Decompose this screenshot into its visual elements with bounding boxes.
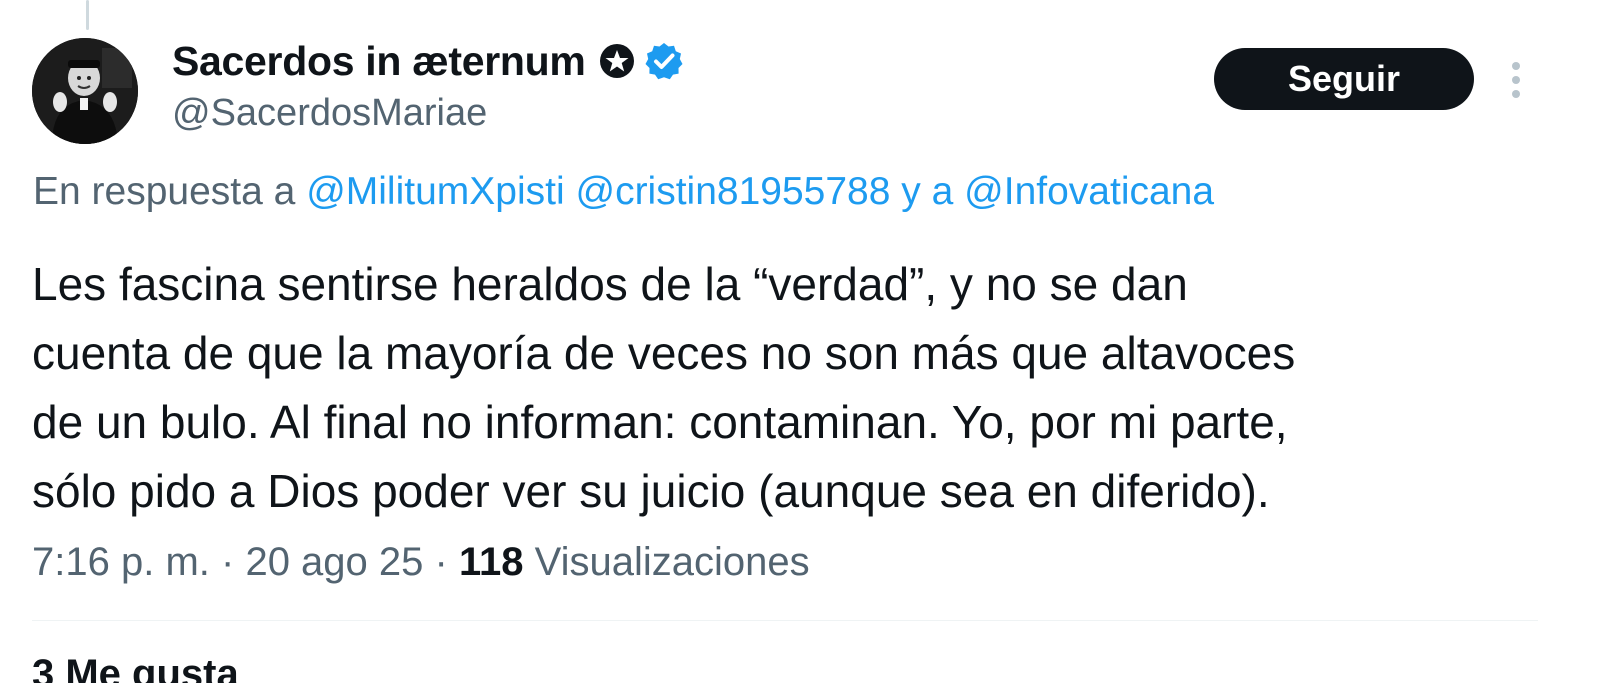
display-name[interactable]: Sacerdos in æternum [172,38,586,85]
tweet-meta: 7:16 p. m. · 20 ago 25 · 118 Visualizaci… [32,540,810,585]
reply-conjunction: y a [901,170,954,213]
mention-link[interactable]: @MilitumXpisti [306,170,564,213]
meta-separator: · [434,540,448,584]
avatar-photo-icon [32,38,138,144]
star-badge-icon [598,42,636,80]
reply-context: En respuesta a @MilitumXpisti @cristin81… [33,170,1214,214]
tweet-time[interactable]: 7:16 p. m. [32,540,210,584]
tweet-text: Les fascina sentirse heraldos de la “ver… [32,250,1552,526]
mention-link[interactable]: @cristin81955788 [575,170,890,213]
tweet-text-line: cuenta de que la mayoría de veces no son… [32,327,1296,379]
name-row: Sacerdos in æternum [172,36,684,86]
divider [32,620,1538,621]
follow-button[interactable]: Seguir [1214,48,1474,110]
views-count: 118 [458,540,524,584]
tweet-date[interactable]: 20 ago 25 [245,540,423,584]
avatar[interactable] [32,38,138,144]
tweet-text-line: sólo pido a Dios poder ver su juicio (au… [32,465,1270,517]
reply-prefix: En respuesta a [33,170,296,213]
tweet-detail-page: Sacerdos in æternum @SacerdosMariae Segu… [0,0,1600,683]
tweet-text-line: Les fascina sentirse heraldos de la “ver… [32,258,1188,310]
verified-badge-icon [644,41,684,81]
tweet-text-line: de un bulo. Al final no informan: contam… [32,396,1288,448]
user-info: Sacerdos in æternum @SacerdosMariae [172,36,684,135]
likes-count-partial[interactable]: 3 Me gusta [32,652,239,683]
thread-connector-line [86,0,89,30]
more-vertical-icon[interactable] [1505,58,1527,102]
user-handle[interactable]: @SacerdosMariae [172,92,684,135]
meta-separator: · [221,540,235,584]
mention-link[interactable]: @Infovaticana [964,170,1214,213]
views-label: Visualizaciones [534,540,810,584]
